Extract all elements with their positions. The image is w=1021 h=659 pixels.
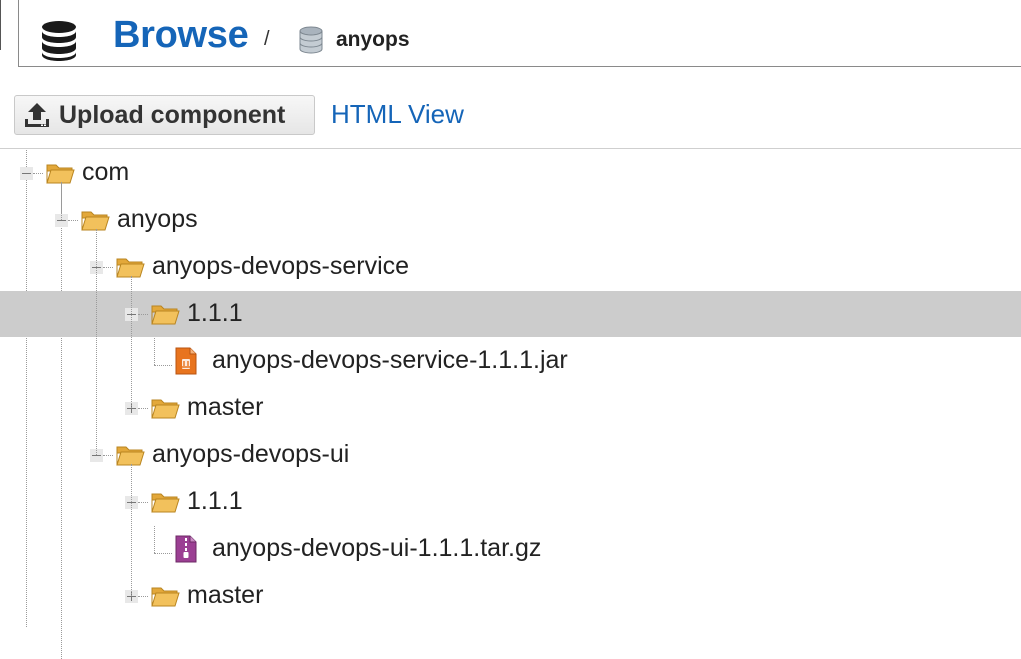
repository-icon (299, 26, 323, 54)
archive-file-icon (174, 535, 203, 563)
file-tree: com anyops anyops-devops-service 1.1.1 anyop… (0, 150, 1021, 659)
tree-guide (131, 276, 132, 408)
database-icon (42, 21, 76, 61)
folder-label[interactable]: 1.1.1 (187, 487, 243, 516)
upload-component-label: Upload component (59, 100, 286, 129)
folder-label[interactable]: anyops (117, 205, 198, 234)
header-divider (18, 66, 1021, 67)
toolbar-divider (0, 148, 1021, 149)
tree-guide (131, 464, 132, 596)
tree-connector (154, 553, 172, 554)
tree-guide (61, 182, 62, 220)
tree-connector (138, 314, 148, 315)
tree-row[interactable]: master (0, 573, 1021, 619)
folder-label[interactable]: 1.1.1 (187, 299, 243, 328)
tree-connector (68, 220, 78, 221)
folder-label[interactable]: master (187, 581, 263, 610)
tree-row[interactable]: anyops-devops-ui-1.1.1.tar.gz (0, 526, 1021, 572)
folder-icon (151, 584, 180, 608)
tree-row[interactable]: com (0, 150, 1021, 196)
tree-connector (103, 267, 113, 268)
header-side-border (18, 0, 19, 67)
folder-icon (151, 302, 180, 326)
tree-connector (103, 455, 113, 456)
jar-file-icon (174, 347, 203, 375)
tree-connector (154, 526, 155, 553)
page-title[interactable]: Browse (113, 14, 249, 57)
collapse-toggle[interactable] (20, 167, 33, 180)
file-label[interactable]: anyops-devops-service-1.1.1.jar (212, 346, 568, 375)
tree-row[interactable]: anyops (0, 197, 1021, 243)
tree-connector (138, 502, 148, 503)
header-left-border (0, 0, 1, 50)
folder-label[interactable]: anyops-devops-ui (152, 440, 349, 469)
tree-connector (154, 365, 172, 366)
html-view-link[interactable]: HTML View (331, 99, 464, 130)
breadcrumb-repository[interactable]: anyops (336, 28, 410, 52)
upload-component-button[interactable]: Upload component (14, 95, 315, 135)
file-label[interactable]: anyops-devops-ui-1.1.1.tar.gz (212, 534, 541, 563)
tree-connector (138, 596, 148, 597)
folder-label[interactable]: anyops-devops-service (152, 252, 409, 281)
folder-label[interactable]: com (82, 158, 129, 187)
tree-connector (33, 173, 43, 174)
folder-icon (151, 396, 180, 420)
tree-row[interactable]: anyops-devops-service-1.1.1.jar (0, 338, 1021, 384)
tree-row[interactable]: master (0, 385, 1021, 431)
folder-icon (151, 490, 180, 514)
folder-label[interactable]: master (187, 393, 263, 422)
tree-connector (138, 408, 148, 409)
tree-row[interactable]: 1.1.1 (0, 291, 1021, 337)
tree-row[interactable]: anyops-devops-ui (0, 432, 1021, 478)
breadcrumb-separator: / (264, 28, 270, 50)
tree-row[interactable]: 1.1.1 (0, 479, 1021, 525)
tree-connector (154, 338, 155, 365)
upload-icon (25, 103, 49, 127)
tree-guide (96, 229, 97, 455)
tree-row[interactable]: anyops-devops-service (0, 244, 1021, 290)
